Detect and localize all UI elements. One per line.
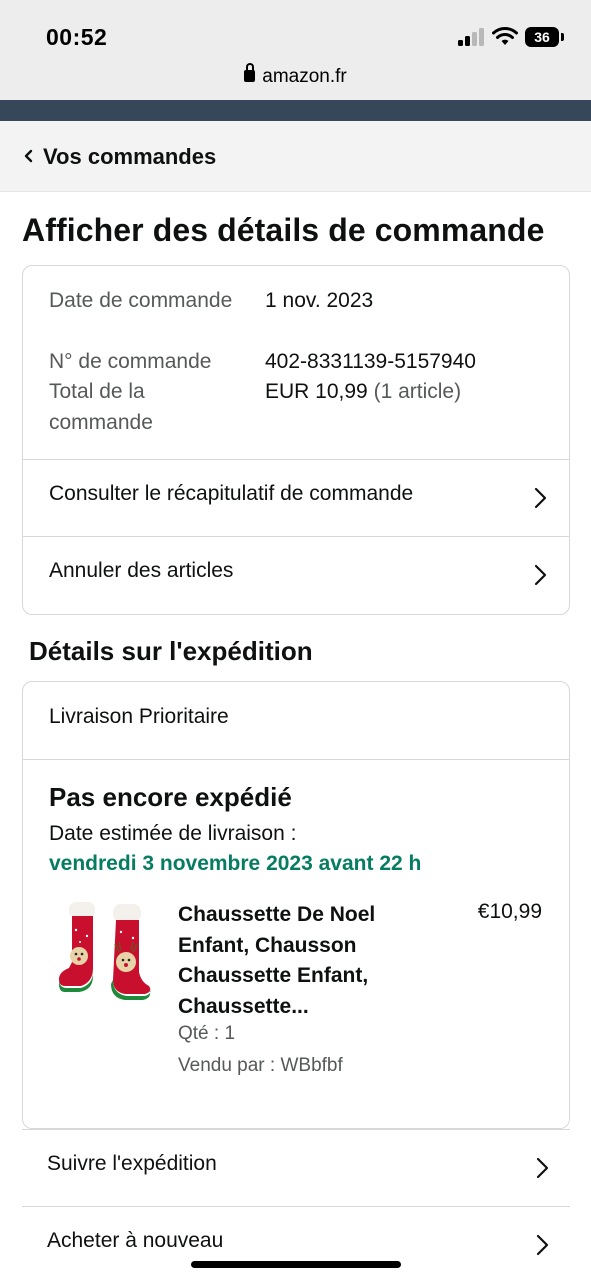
status-bar: 00:52 36	[0, 0, 591, 62]
chevron-right-icon	[534, 487, 547, 509]
order-total-amount: EUR 10,99	[265, 380, 368, 403]
battery-tip	[561, 33, 564, 41]
product-title-line: Enfant, Chausson	[178, 933, 357, 957]
order-total-value: EUR 10,99 (1 article)	[265, 377, 461, 408]
estimated-delivery-date: vendredi 3 novembre 2023 avant 22 h	[49, 852, 422, 875]
cancel-items-label: Annuler des articles	[49, 559, 234, 582]
shipping-section-title: Détails sur l'expédition	[29, 636, 313, 666]
url-text: amazon.fr	[262, 66, 347, 87]
divider	[23, 759, 569, 760]
chevron-right-icon	[536, 1157, 549, 1179]
product-title-line: Chaussette...	[178, 994, 309, 1018]
url-display[interactable]: amazon.fr	[0, 63, 591, 88]
product-quantity: Qté : 1	[178, 1023, 236, 1044]
browser-url-bar[interactable]: amazon.fr	[0, 62, 591, 100]
chevron-right-icon	[536, 1234, 549, 1256]
order-number-value: 402-8331139-5157940	[265, 350, 476, 373]
estimated-delivery-label: Date estimée de livraison :	[49, 822, 297, 845]
order-date-label: Date de commande	[49, 289, 233, 312]
christmas-socks-image[interactable]	[55, 902, 155, 1006]
page-title: Afficher des détails de commande	[22, 212, 545, 248]
chevron-right-icon	[534, 564, 547, 586]
cancel-items-row[interactable]: Annuler des articles	[23, 536, 569, 613]
order-number-label: N° de commande	[49, 350, 212, 373]
wifi-icon	[492, 27, 518, 45]
view-order-summary-row[interactable]: Consulter le récapitulatif de commande	[23, 459, 569, 536]
order-total-items: (1 article)	[373, 380, 462, 403]
back-label: Vos commandes	[43, 144, 217, 169]
status-time: 00:52	[46, 24, 108, 50]
buy-again-row[interactable]: Acheter à nouveau	[22, 1206, 570, 1280]
shipping-type: Livraison Prioritaire	[49, 705, 229, 728]
order-info-card: Date de commande 1 nov. 2023 N° de comma…	[22, 265, 570, 615]
product-title[interactable]: Chaussette De Noel Enfant, Chausson Chau…	[178, 900, 438, 1022]
home-indicator[interactable]	[191, 1261, 401, 1268]
track-shipment-label: Suivre l'expédition	[47, 1152, 217, 1175]
track-shipment-row[interactable]: Suivre l'expédition	[22, 1129, 570, 1206]
product-title-line: Chaussette Enfant,	[178, 964, 369, 987]
buy-again-label: Acheter à nouveau	[47, 1229, 224, 1252]
shipment-card: Livraison Prioritaire Pas encore expédié…	[22, 681, 570, 1129]
product-title-line: Chaussette De Noel	[178, 903, 376, 926]
product-seller: Vendu par : WBbfbf	[178, 1055, 343, 1076]
lock-icon	[244, 63, 256, 82]
view-order-summary-label: Consulter le récapitulatif de commande	[49, 482, 414, 505]
battery-icon: 36	[525, 27, 559, 47]
product-price: €10,99	[477, 900, 542, 923]
cellular-signal-icon	[458, 28, 486, 46]
back-to-orders[interactable]: Vos commandes	[0, 121, 591, 192]
shipment-status: Pas encore expédié	[49, 782, 292, 812]
chevron-left-icon	[24, 149, 33, 163]
order-total-label: Total de la commande	[49, 380, 153, 434]
site-nav-strip	[0, 100, 591, 121]
order-date-value: 1 nov. 2023	[265, 289, 374, 312]
